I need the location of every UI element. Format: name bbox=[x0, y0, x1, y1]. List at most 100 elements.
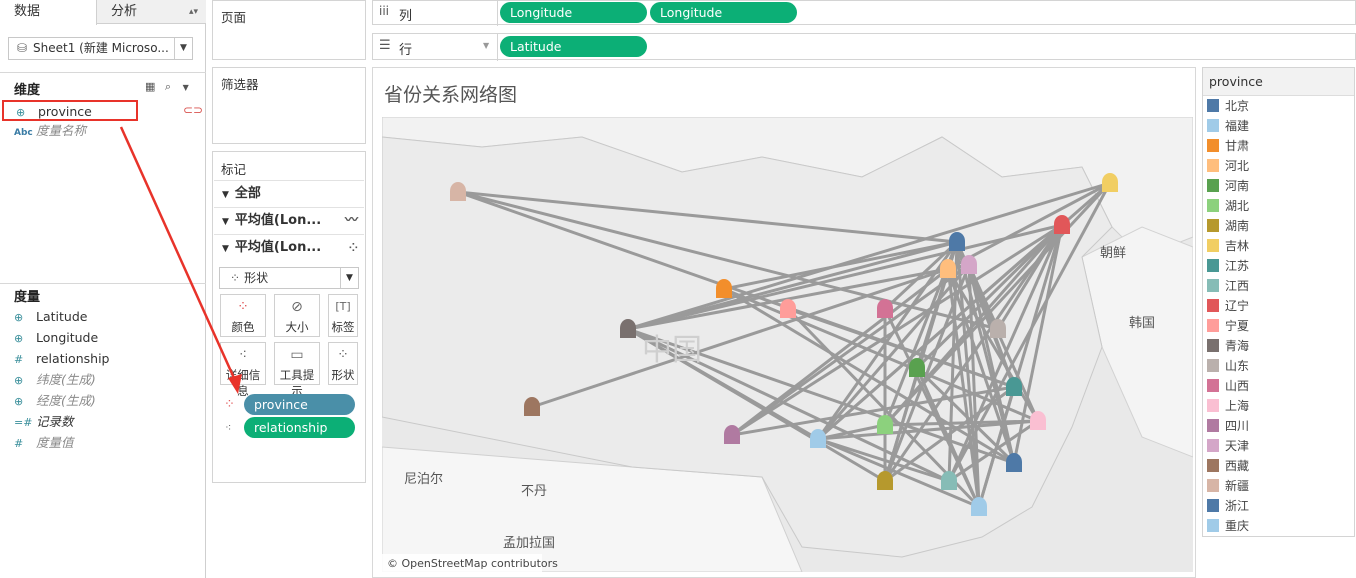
legend-label: 山西 bbox=[1225, 379, 1250, 393]
map-attribution[interactable]: © OpenStreetMap contributors bbox=[387, 557, 558, 570]
legend-swatch bbox=[1207, 359, 1219, 372]
province-node-新疆[interactable] bbox=[450, 182, 466, 201]
legend-label: 辽宁 bbox=[1225, 299, 1250, 313]
legend-item[interactable]: 河北 bbox=[1207, 156, 1249, 176]
legend-label: 湖北 bbox=[1225, 199, 1250, 213]
legend-item[interactable]: 山西 bbox=[1207, 376, 1249, 396]
legend-label: 河北 bbox=[1225, 159, 1250, 173]
legend-swatch bbox=[1207, 239, 1219, 252]
rows-icon: ☰ bbox=[379, 38, 391, 53]
legend-item[interactable]: 天津 bbox=[1207, 436, 1249, 456]
map-label-bangladesh: 孟加拉国 bbox=[503, 536, 555, 551]
legend-item[interactable]: 河南 bbox=[1207, 176, 1249, 196]
legend-label: 上海 bbox=[1225, 399, 1250, 413]
rows-label: 行 bbox=[399, 43, 413, 58]
legend-label: 新疆 bbox=[1225, 479, 1250, 493]
legend-label: 吉林 bbox=[1225, 239, 1250, 253]
columns-icon: iii bbox=[379, 4, 390, 18]
province-node-河北[interactable] bbox=[940, 259, 956, 278]
province-node-福建[interactable] bbox=[971, 497, 987, 516]
legend-label: 重庆 bbox=[1225, 519, 1250, 533]
legend-item[interactable]: 江苏 bbox=[1207, 256, 1249, 276]
legend-item[interactable]: 江西 bbox=[1207, 276, 1249, 296]
legend-label: 青海 bbox=[1225, 339, 1250, 353]
legend-item[interactable]: 四川 bbox=[1207, 416, 1249, 436]
legend-item[interactable]: 山东 bbox=[1207, 356, 1249, 376]
legend-item[interactable]: 宁夏 bbox=[1207, 316, 1249, 336]
legend-item[interactable]: 湖南 bbox=[1207, 216, 1249, 236]
legend-title: province bbox=[1203, 68, 1354, 96]
map-view[interactable]: 朝鲜 韩国 尼泊尔 不丹 孟加拉国 中国 © OpenStreetMap con… bbox=[382, 117, 1193, 572]
legend-label: 湖南 bbox=[1225, 219, 1250, 233]
legend-item[interactable]: 北京 bbox=[1207, 96, 1249, 116]
province-node-湖南[interactable] bbox=[877, 471, 893, 490]
legend-label: 浙江 bbox=[1225, 499, 1250, 513]
legend-item[interactable]: 浙江 bbox=[1207, 496, 1249, 516]
legend-swatch bbox=[1207, 299, 1219, 312]
province-node-江苏[interactable] bbox=[1006, 377, 1022, 396]
legend-swatch bbox=[1207, 99, 1219, 112]
legend-item[interactable]: 新疆 bbox=[1207, 476, 1249, 496]
legend-item[interactable]: 甘肃 bbox=[1207, 136, 1249, 156]
legend-swatch bbox=[1207, 179, 1219, 192]
legend-swatch bbox=[1207, 499, 1219, 512]
legend-swatch bbox=[1207, 279, 1219, 292]
legend-swatch bbox=[1207, 139, 1219, 152]
province-node-西藏[interactable] bbox=[524, 397, 540, 416]
province-node-北京[interactable] bbox=[949, 232, 965, 251]
pill-row-latitude[interactable]: Latitude bbox=[500, 36, 647, 57]
province-node-甘肃[interactable] bbox=[716, 279, 732, 298]
province-node-重庆[interactable] bbox=[810, 429, 826, 448]
legend-item[interactable]: 福建 bbox=[1207, 116, 1249, 136]
legend-item[interactable]: 吉林 bbox=[1207, 236, 1249, 256]
province-node-山西[interactable] bbox=[877, 299, 893, 318]
columns-label: 列 bbox=[399, 9, 413, 24]
legend-label: 山东 bbox=[1225, 359, 1250, 373]
province-node-四川[interactable] bbox=[724, 425, 740, 444]
province-node-上海[interactable] bbox=[1030, 411, 1046, 430]
legend-label: 天津 bbox=[1225, 439, 1250, 453]
pill-column-longitude-1[interactable]: Longitude bbox=[500, 2, 647, 23]
legend-label: 甘肃 bbox=[1225, 139, 1250, 153]
sheet-title: 省份关系网络图 bbox=[384, 84, 518, 106]
legend-swatch bbox=[1207, 419, 1219, 432]
legend-swatch bbox=[1207, 319, 1219, 332]
legend-swatch bbox=[1207, 259, 1219, 272]
province-node-吉林[interactable] bbox=[1102, 173, 1118, 192]
legend-label: 宁夏 bbox=[1225, 319, 1250, 333]
legend-item[interactable]: 青海 bbox=[1207, 336, 1249, 356]
province-node-青海[interactable] bbox=[620, 319, 636, 338]
legend-swatch bbox=[1207, 219, 1219, 232]
province-node-山东[interactable] bbox=[990, 319, 1006, 338]
province-node-湖北[interactable] bbox=[877, 415, 893, 434]
legend-item[interactable]: 辽宁 bbox=[1207, 296, 1249, 316]
legend-label: 西藏 bbox=[1225, 459, 1250, 473]
legend-swatch bbox=[1207, 459, 1219, 472]
province-node-江西[interactable] bbox=[941, 471, 957, 490]
map-label-china: 中国 bbox=[642, 333, 702, 368]
province-node-辽宁[interactable] bbox=[1054, 215, 1070, 234]
map-label-korea-south: 韩国 bbox=[1129, 316, 1155, 331]
legend-label: 河南 bbox=[1225, 179, 1250, 193]
province-node-河南[interactable] bbox=[909, 358, 925, 377]
legend-swatch bbox=[1207, 479, 1219, 492]
legend-swatch bbox=[1207, 379, 1219, 392]
legend-item[interactable]: 湖北 bbox=[1207, 196, 1249, 216]
legend-item[interactable]: 西藏 bbox=[1207, 456, 1249, 476]
pill-column-longitude-2[interactable]: Longitude bbox=[650, 2, 797, 23]
legend-swatch bbox=[1207, 439, 1219, 452]
province-node-浙江[interactable] bbox=[1006, 453, 1022, 472]
province-node-宁夏[interactable] bbox=[780, 299, 796, 318]
chevron-down-icon[interactable]: ▼ bbox=[483, 41, 489, 50]
map-label-korea-north: 朝鲜 bbox=[1100, 246, 1126, 261]
legend-label: 四川 bbox=[1225, 419, 1250, 433]
legend-label: 福建 bbox=[1225, 119, 1250, 133]
legend-label: 北京 bbox=[1225, 99, 1250, 113]
legend-item[interactable]: 上海 bbox=[1207, 396, 1249, 416]
province-node-天津[interactable] bbox=[961, 255, 977, 274]
legend-swatch bbox=[1207, 339, 1219, 352]
map-label-bhutan: 不丹 bbox=[521, 484, 547, 499]
legend-swatch bbox=[1207, 519, 1219, 532]
legend-item[interactable]: 重庆 bbox=[1207, 516, 1249, 536]
legend-swatch bbox=[1207, 199, 1219, 212]
